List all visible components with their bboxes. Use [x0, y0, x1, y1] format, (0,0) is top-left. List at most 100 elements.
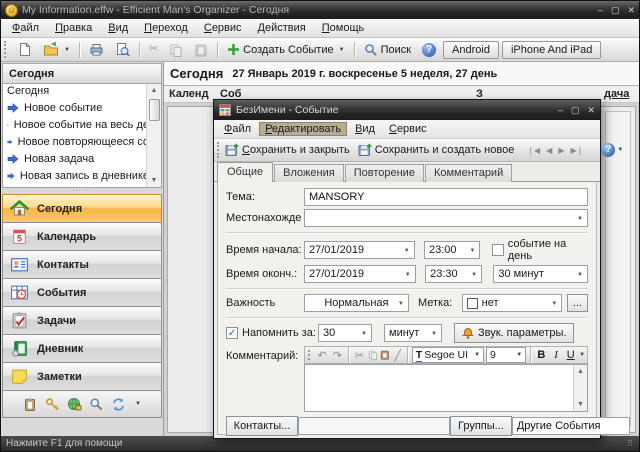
list-item-new-task[interactable]: Новая задача: [3, 150, 149, 167]
importance-combobox[interactable]: Нормальная: [304, 294, 409, 312]
dialog-menu-file[interactable]: Файл: [218, 122, 257, 136]
end-date-combobox[interactable]: 27/01/2019: [304, 265, 416, 283]
menu-tools[interactable]: Сервис: [197, 21, 249, 35]
menu-file[interactable]: Файл: [5, 21, 46, 35]
sidebar-nav-tasks[interactable]: Задачи: [2, 306, 162, 335]
dialog-maximize-icon[interactable]: ▢: [571, 105, 580, 116]
menu-view[interactable]: Вид: [101, 21, 135, 35]
tab-general[interactable]: Общие: [217, 162, 273, 182]
list-item-new-diary-entry[interactable]: Новая запись в дневнике: [3, 167, 149, 184]
strike-icon[interactable]: ╱: [392, 349, 403, 362]
italic-button[interactable]: I: [550, 349, 563, 361]
scroll-up-icon[interactable]: ▲: [577, 365, 584, 378]
nav-next-icon[interactable]: ▶: [556, 146, 566, 155]
comment-textarea[interactable]: ▲ ▼: [304, 364, 588, 412]
sidebar-nav-calendar[interactable]: 5 Календарь: [2, 222, 162, 251]
sidebar-nav-today[interactable]: Сегодня: [2, 194, 162, 223]
mini-toolbar-overflow-icon[interactable]: ▼: [135, 401, 141, 407]
scroll-up-icon[interactable]: ▲: [151, 84, 158, 97]
globe-lock-icon[interactable]: [67, 397, 82, 412]
location-combobox[interactable]: [304, 209, 588, 227]
reminder-value-combobox[interactable]: 30: [318, 324, 372, 342]
redo-icon[interactable]: ↷: [331, 349, 344, 362]
search-button[interactable]: Поиск: [360, 41, 415, 59]
duration-combobox[interactable]: 30 минут: [493, 265, 588, 283]
print-preview-button[interactable]: [111, 40, 134, 59]
contacts-input[interactable]: [298, 417, 450, 435]
search-icon[interactable]: [89, 397, 104, 412]
column-calendar[interactable]: Календ: [169, 88, 209, 100]
paste-button[interactable]: [190, 41, 212, 59]
nav-first-icon[interactable]: ❘◀: [525, 146, 542, 155]
subject-input[interactable]: [304, 188, 588, 206]
column-new-task-link[interactable]: дача: [604, 88, 629, 100]
font-name-combobox[interactable]: T Segoe UI ▼: [412, 347, 484, 363]
maximize-icon[interactable]: ▢: [611, 5, 620, 16]
menu-actions[interactable]: Действия: [251, 21, 313, 35]
dialog-minimize-icon[interactable]: –: [558, 105, 563, 116]
menu-help[interactable]: Помощь: [315, 21, 372, 35]
comment-scrollbar[interactable]: ▲ ▼: [573, 365, 587, 411]
bold-button[interactable]: B: [535, 349, 548, 361]
font-size-combobox[interactable]: 9 ▼: [486, 347, 526, 363]
key-icon[interactable]: [45, 397, 60, 412]
open-file-button[interactable]: ▼: [39, 40, 74, 59]
list-item-new-event[interactable]: Новое событие: [3, 99, 149, 116]
tag-more-button[interactable]: ...: [567, 294, 588, 312]
sound-options-button[interactable]: Звук. параметры.: [454, 323, 574, 343]
start-date-combobox[interactable]: 27/01/2019: [304, 241, 415, 259]
close-icon[interactable]: ✕: [627, 5, 635, 16]
comment-toolbar-overflow-icon[interactable]: ▼: [579, 352, 585, 358]
list-scrollbar[interactable]: ▲ ▼: [146, 84, 161, 187]
create-event-button[interactable]: Создать Событие ▼: [223, 41, 348, 58]
menu-edit[interactable]: Правка: [48, 21, 99, 35]
dialog-menu-tools[interactable]: Сервис: [383, 122, 433, 136]
copy-button[interactable]: [165, 41, 187, 59]
sync-icon[interactable]: [111, 397, 126, 412]
cut-icon[interactable]: ✂: [353, 349, 366, 362]
end-time-combobox[interactable]: 23:30: [425, 265, 482, 283]
help-button[interactable]: ?: [418, 41, 440, 59]
clipboard-icon[interactable]: [23, 397, 38, 412]
reminder-unit-combobox[interactable]: минут: [384, 324, 442, 342]
list-item-new-recurring-event[interactable]: Новое повторяющееся со: [3, 133, 149, 150]
resize-grip-icon[interactable]: ⠿: [627, 439, 634, 448]
sidebar-nav-diary[interactable]: Дневник: [2, 334, 162, 363]
cut-button[interactable]: ✂: [145, 42, 162, 57]
scroll-down-icon[interactable]: ▼: [151, 174, 158, 187]
underline-button[interactable]: U: [564, 349, 577, 361]
android-button[interactable]: Android: [443, 41, 499, 59]
save-close-button[interactable]: Сохранить и закрыть: [222, 142, 353, 158]
save-new-button[interactable]: Сохранить и создать новое: [355, 142, 518, 158]
copy-icon[interactable]: [368, 349, 378, 361]
paste-icon[interactable]: [380, 349, 390, 361]
nav-last-icon[interactable]: ▶❘: [568, 146, 585, 155]
scroll-thumb[interactable]: [149, 99, 160, 121]
iphone-ipad-button[interactable]: iPhone And iPad: [502, 41, 601, 59]
dialog-menu-view[interactable]: Вид: [349, 122, 381, 136]
undo-icon[interactable]: ↶: [316, 349, 329, 362]
dialog-menu-edit[interactable]: Редактировать: [259, 122, 347, 136]
print-button[interactable]: [85, 40, 108, 59]
menu-go[interactable]: Переход: [137, 21, 195, 35]
minimize-icon[interactable]: –: [598, 5, 603, 16]
new-file-button[interactable]: [13, 40, 36, 59]
tab-recurrence[interactable]: Повторение: [345, 164, 424, 182]
contacts-button[interactable]: Контакты...: [226, 416, 298, 436]
sidebar-nav-events[interactable]: События: [2, 278, 162, 307]
scroll-down-icon[interactable]: ▼: [577, 398, 584, 411]
reminder-checkbox[interactable]: ✓: [226, 327, 238, 339]
other-events-input[interactable]: [512, 417, 630, 435]
tag-combobox[interactable]: нет: [462, 294, 563, 312]
start-time-combobox[interactable]: 23:00: [424, 241, 480, 259]
nav-previous-icon[interactable]: ◀: [544, 146, 554, 155]
all-day-checkbox[interactable]: [492, 244, 504, 256]
sidebar-nav-notes[interactable]: Заметки: [2, 362, 162, 391]
dialog-close-icon[interactable]: ✕: [587, 105, 595, 116]
groups-button[interactable]: Группы...: [450, 416, 512, 436]
toolbar-overflow-icon[interactable]: ▼: [617, 147, 623, 153]
tab-comment[interactable]: Комментарий: [425, 164, 512, 182]
tab-attachments[interactable]: Вложения: [274, 164, 344, 182]
list-item-new-allday-event[interactable]: Новое событие на весь де: [3, 116, 149, 133]
sidebar-nav-contacts[interactable]: Контакты: [2, 250, 162, 279]
